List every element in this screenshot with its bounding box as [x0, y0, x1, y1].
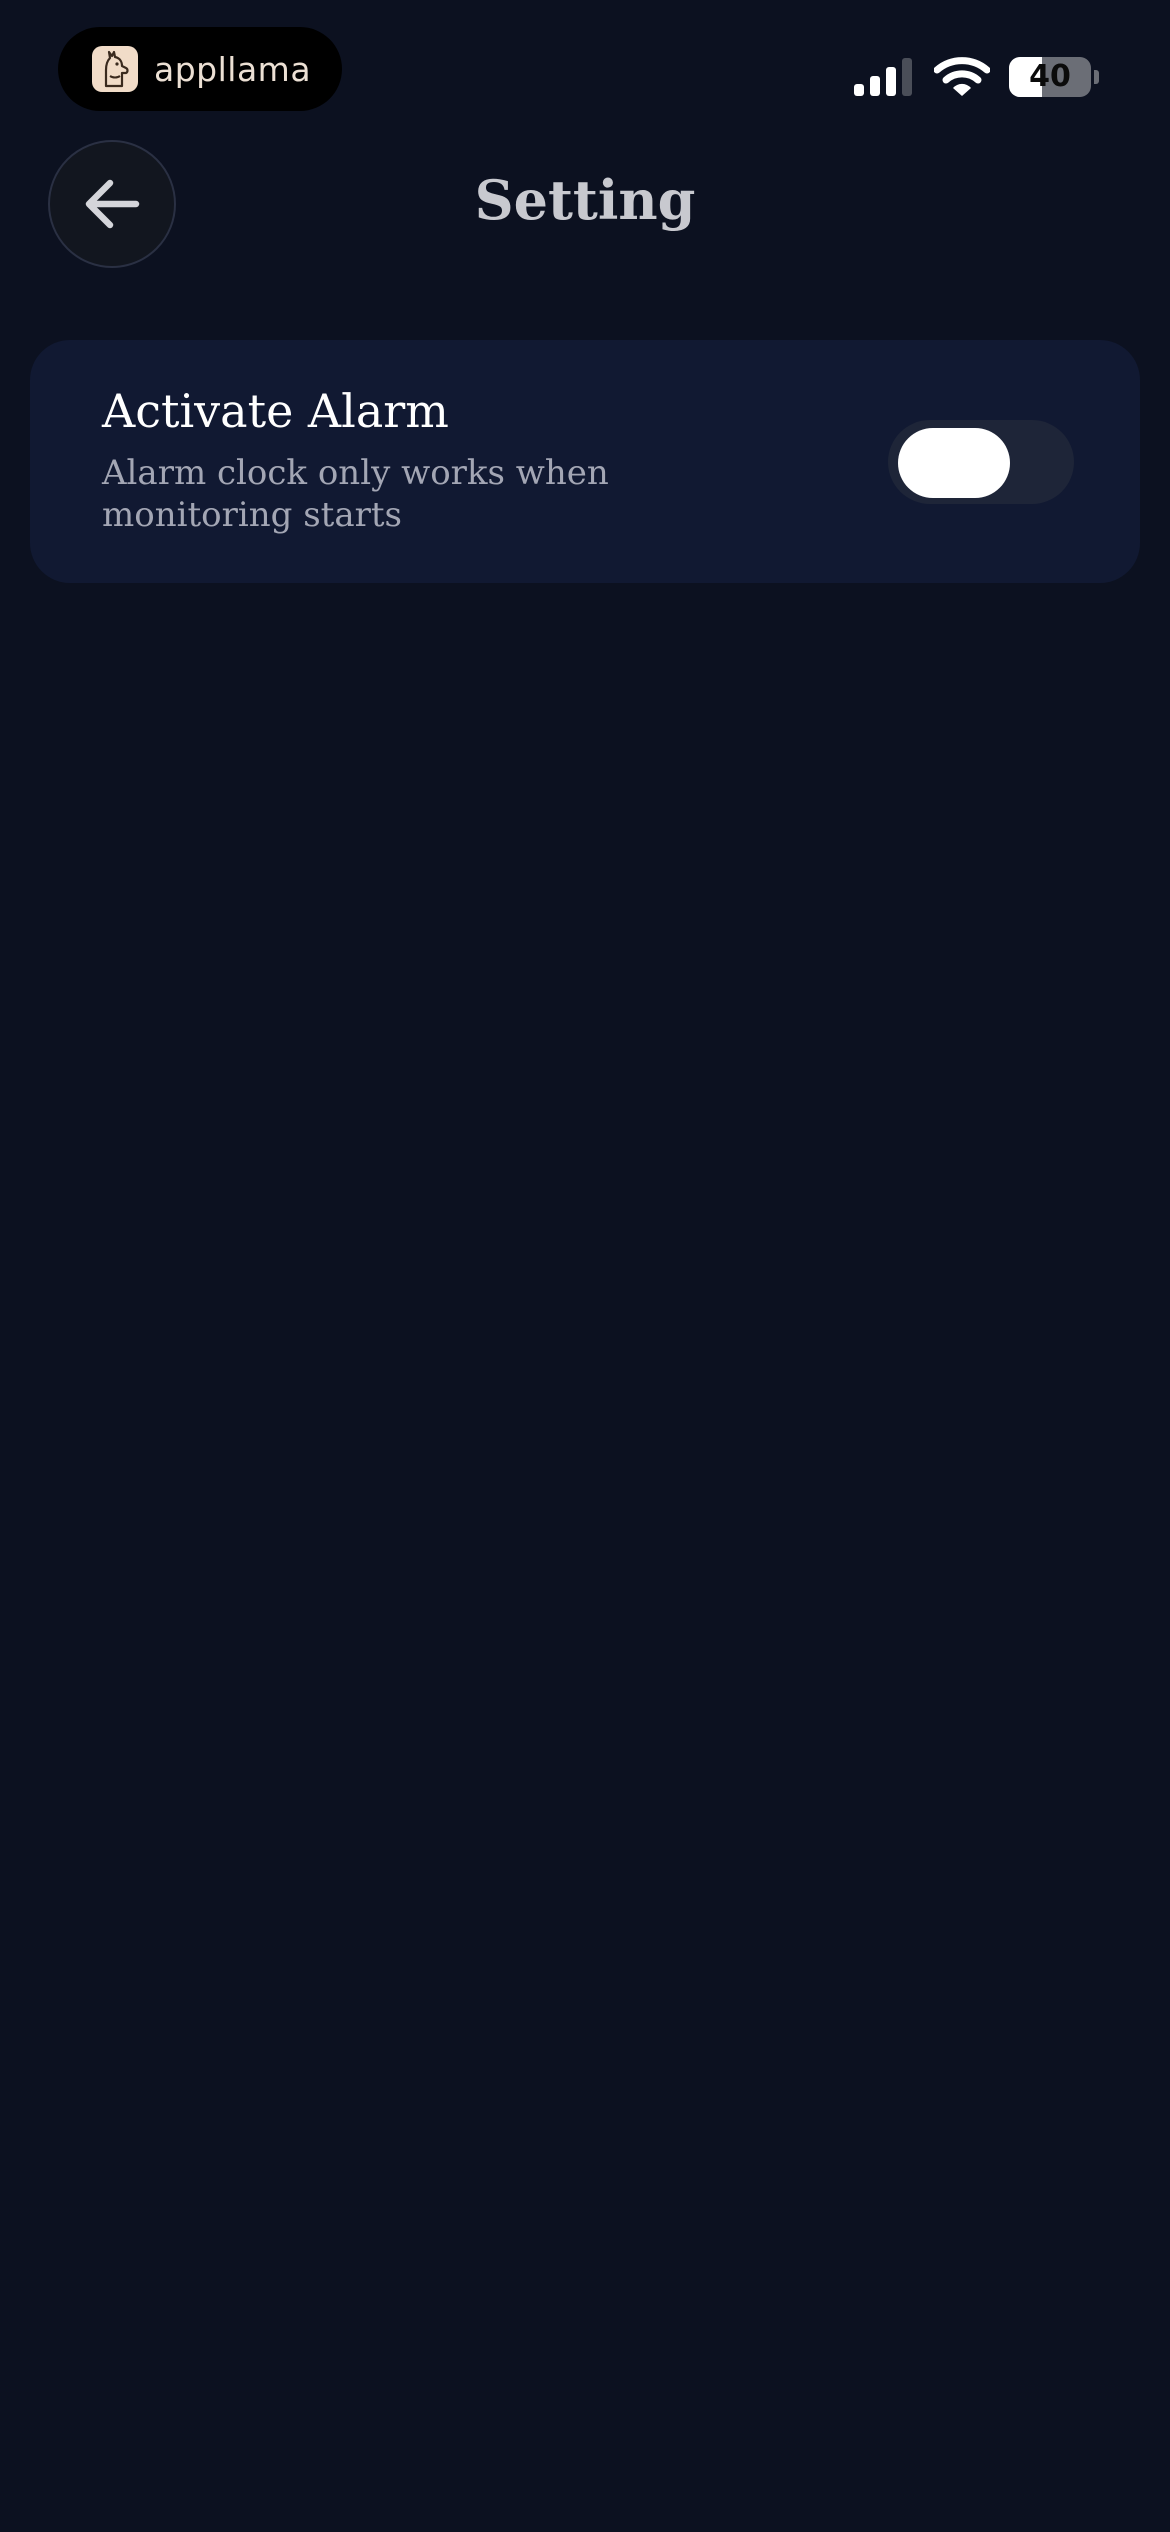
wifi-icon — [934, 57, 990, 96]
toggle-knob — [898, 428, 1010, 498]
battery-cap — [1094, 70, 1099, 84]
activate-alarm-toggle[interactable] — [888, 420, 1074, 504]
llama-logo-icon — [92, 46, 138, 92]
app-badge-pill: appllama — [58, 27, 342, 111]
battery-icon: 40 — [1009, 57, 1091, 97]
battery-level-label: 40 — [1029, 59, 1071, 94]
app-name-label: appllama — [154, 49, 312, 89]
alarm-setting-title: Activate Alarm — [102, 384, 449, 438]
page-title: Setting — [474, 168, 696, 232]
alarm-setting-card: Activate Alarm Alarm clock only works wh… — [30, 340, 1140, 583]
cellular-signal-icon — [854, 58, 912, 96]
alarm-setting-description: Alarm clock only works when monitoring s… — [102, 453, 609, 535]
settings-screen: appllama 40 Setting Activate Alarm Alarm… — [0, 0, 1170, 2532]
